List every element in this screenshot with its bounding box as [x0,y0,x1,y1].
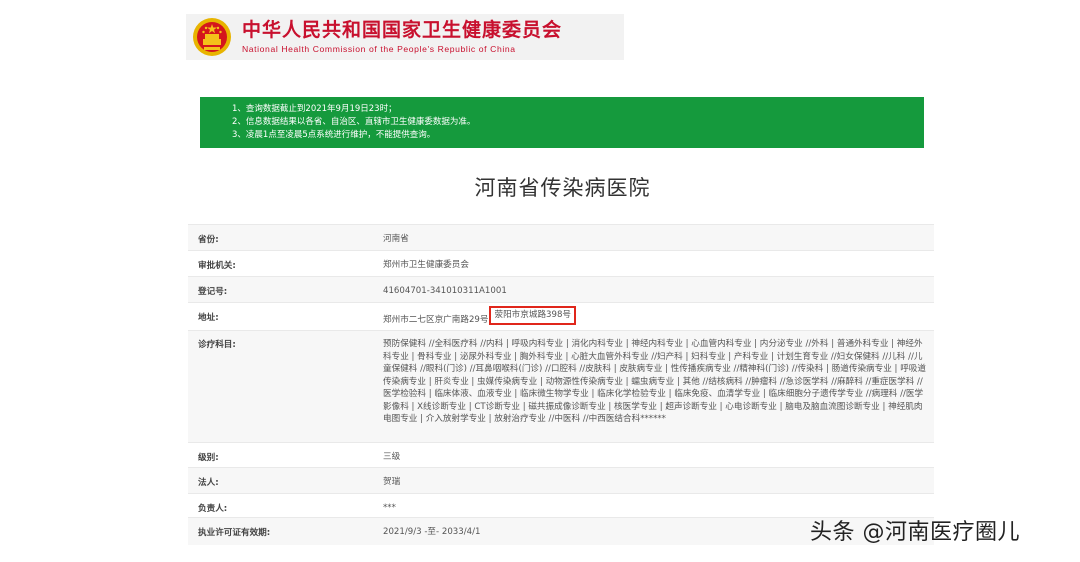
province-value: 河南省 [375,224,934,251]
site-title: 中华人民共和国国家卫生健康委员会 [242,19,563,41]
person-in-charge-label: 负责人: [188,493,375,518]
national-emblem-icon [193,18,231,56]
license-validity-label: 执业许可证有效期: [188,517,375,545]
table-row: 省份: 河南省 [188,224,934,251]
table-row: 级别: 三级 [188,442,934,468]
watermark: 头条 @河南医疗圈儿 [810,520,1020,545]
table-row: 诊疗科目: 预防保健科 //全科医疗科 //内科 | 呼吸内科专业 | 消化内科… [188,330,934,443]
site-subtitle: National Health Commission of the People… [242,44,516,54]
address-value-secondary: 荥阳市京城路398号 [494,310,572,320]
address-value: 郑州市二七区京广南路29号 [383,315,489,325]
registration-label: 登记号: [188,276,375,303]
table-row: 法人: 贺瑞 [188,467,934,494]
authority-value: 郑州市卫生健康委员会 [375,250,934,277]
hospital-info-table: 省份: 河南省 审批机关: 郑州市卫生健康委员会 登记号: 41604701-3… [188,224,934,545]
hospital-name-title: 河南省传染病医院 [474,176,651,200]
address-label: 地址: [188,302,375,331]
registration-value: 41604701-341010311A1001 [375,276,934,303]
address-cell: 郑州市二七区京广南路29号 荥阳市京城路398号 [375,302,934,331]
site-header-banner: 中华人民共和国国家卫生健康委员会 National Health Commiss… [186,14,624,60]
legal-person-label: 法人: [188,467,375,494]
table-row: 地址: 郑州市二七区京广南路29号 荥阳市京城路398号 [188,302,934,331]
notice-line: 2、信息数据结果以各省、自治区、直辖市卫生健康委数据为准。 [232,117,476,127]
scope-label: 诊疗科目: [188,330,375,443]
province-label: 省份: [188,224,375,251]
table-row: 审批机关: 郑州市卫生健康委员会 [188,250,934,277]
legal-person-value: 贺瑞 [375,467,934,494]
notice-line: 3、凌晨1点至凌晨5点系统进行维护，不能提供查询。 [232,130,436,140]
scope-value: 预防保健科 //全科医疗科 //内科 | 呼吸内科专业 | 消化内科专业 | 神… [375,330,934,443]
authority-label: 审批机关: [188,250,375,277]
level-value: 三级 [375,442,934,468]
table-row: 登记号: 41604701-341010311A1001 [188,276,934,303]
address-highlight-box: 荥阳市京城路398号 [489,306,577,325]
level-label: 级别: [188,442,375,468]
query-notice-box: 1、查询数据截止到2021年9月19日23时； 2、信息数据结果以各省、自治区、… [200,97,924,148]
notice-line: 1、查询数据截止到2021年9月19日23时； [232,104,397,114]
